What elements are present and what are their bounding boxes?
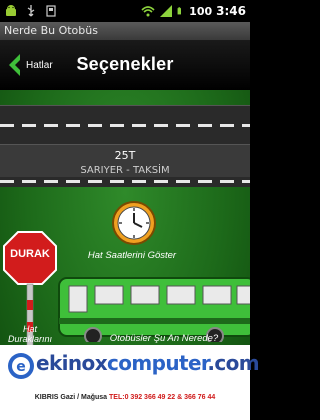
road-dash-line-lower (0, 180, 250, 183)
watermark-part-ekinox: ekinox (36, 351, 108, 375)
clock-icon (112, 201, 156, 245)
watermark-logo-letter: e (16, 359, 26, 375)
watermark-text: ekinoxcomputer.com (36, 351, 260, 375)
status-left-icons (4, 3, 58, 19)
show-schedule-button[interactable]: Hat Saatlerini Göster (82, 200, 176, 280)
road-dash-line (0, 124, 250, 127)
status-clock: 3:46 (216, 4, 246, 18)
app-title-bar: Nerde Bu Otobüs (0, 22, 250, 40)
route-code: 25T (114, 149, 136, 162)
battery-percent: 100 (189, 4, 213, 18)
page-title: Seçenekler (76, 54, 174, 74)
watermark-part-com: .com (207, 351, 259, 375)
usb-icon (27, 5, 35, 17)
signal-icon (160, 5, 173, 17)
road-decoration (0, 105, 250, 145)
show-schedule-label: Hat Saatlerini Göster (87, 250, 177, 261)
status-bar: 100 3:46 (0, 0, 250, 22)
top-bar: Hatlar Seçenekler (0, 40, 250, 90)
road-edge (0, 177, 250, 187)
show-stops-label[interactable]: Hat Duraklarını (0, 324, 60, 344)
battery-icon (177, 7, 182, 15)
watermark-footer-phone: TEL:0 392 366 49 22 & 366 76 44 (109, 394, 216, 401)
watermark-logo-icon: e (8, 353, 34, 379)
card-icon (46, 5, 56, 17)
route-info: 25T SARIYER - TAKSİM (0, 145, 250, 177)
bus-icon[interactable] (55, 272, 250, 342)
bottom-strip (0, 407, 250, 420)
status-right-icons: 100 3:46 (141, 3, 246, 19)
bus-stop-sign-label: DURAK (10, 248, 50, 260)
watermark-footer: KIBRIS Gazi / Mağusa TEL:0 392 366 49 22… (0, 389, 250, 407)
watermark-footer-location: KIBRIS Gazi / Mağusa (34, 394, 108, 401)
watermark-part-computer: computer (107, 351, 208, 375)
wifi-icon (141, 6, 155, 17)
app-title: Nerde Bu Otobüs (4, 24, 98, 37)
watermark-banner: e ekinoxcomputer.com (0, 345, 260, 389)
route-name: SARIYER - TAKSİM (80, 165, 170, 176)
android-icon (6, 5, 16, 16)
bus-location-label: Otobüsler Şu An Nerede? (109, 333, 219, 344)
